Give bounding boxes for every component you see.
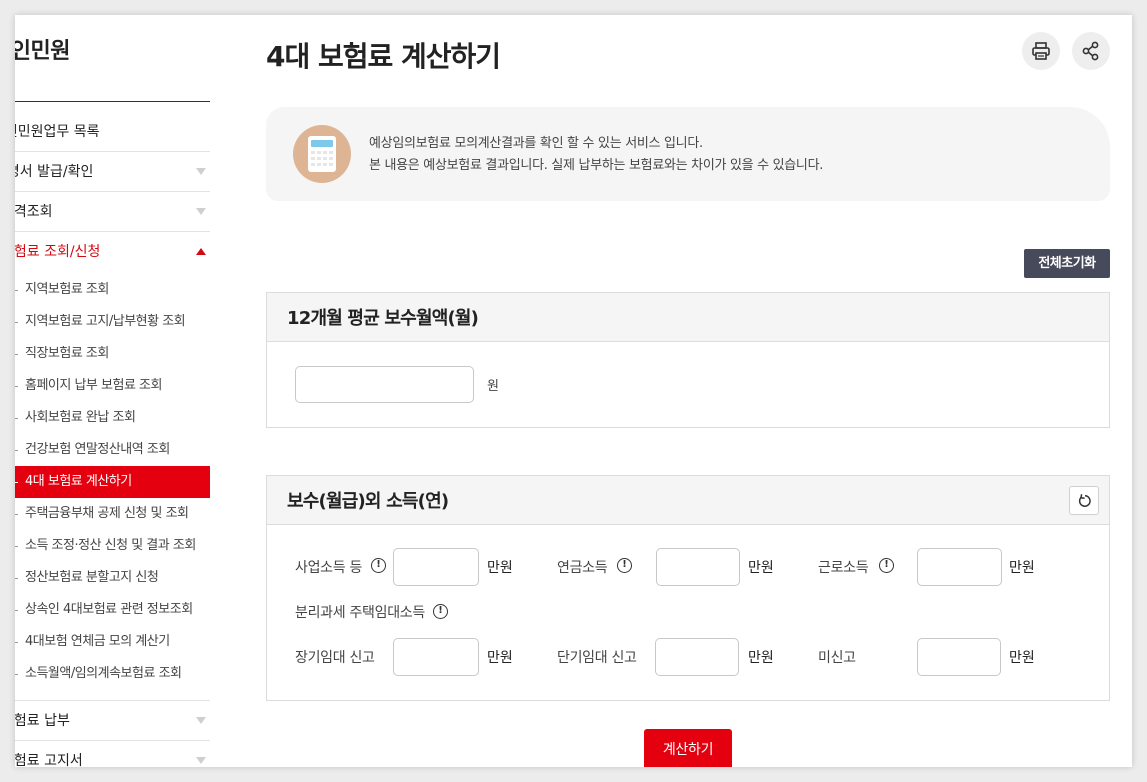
sidebar-item-payment[interactable]: 보험료 납부 <box>15 701 210 741</box>
submenu-item[interactable]: 주택금융부채 공제 신청 및 조회 <box>15 498 210 530</box>
section-reset-button[interactable] <box>1069 486 1099 515</box>
earned-income-input[interactable] <box>917 548 1002 586</box>
notice-line-1: 예상임의보험료 모의계산결과를 확인 할 수 있는 서비스 입니다. <box>369 136 703 151</box>
monthly-salary-input[interactable] <box>295 366 474 403</box>
unreported-label: 미신고 <box>818 650 856 666</box>
submenu-item[interactable]: 소득월액/임의계속보험료 조회 <box>15 658 210 690</box>
info-icon[interactable]: ! <box>879 558 894 573</box>
submenu-item[interactable]: 상속인 4대보험료 관련 정보조회 <box>15 594 210 626</box>
submenu-item[interactable]: 직장보험료 조회 <box>15 338 210 370</box>
pension-income-input[interactable] <box>656 548 740 586</box>
reset-all-button[interactable]: 전체초기화 <box>1024 249 1110 278</box>
sidebar-item-label: 자격조회 <box>15 204 53 220</box>
business-income-label: 사업소득 등 <box>295 560 363 576</box>
unit-label: 만원 <box>1009 560 1035 576</box>
chevron-down-icon <box>196 168 206 175</box>
unreported-input[interactable] <box>917 638 1001 676</box>
submenu-item[interactable]: 지역보험료 조회 <box>15 274 210 306</box>
chevron-down-icon <box>196 717 206 724</box>
sidebar-menu: 개인민원업무 목록 증명서 발급/확인 자격조회 보험료 조회/신청 지역보험료… <box>15 112 210 767</box>
info-icon[interactable]: ! <box>433 604 448 619</box>
chevron-down-icon <box>196 208 206 215</box>
chevron-down-icon <box>196 757 206 764</box>
monthly-salary-section: 12개월 평균 보수월액(월) 원 <box>266 292 1110 428</box>
page-title: 4대 보험료 계산하기 <box>266 40 501 73</box>
submenu-item[interactable]: 4대보험 연체금 모의 계산기 <box>15 626 210 658</box>
sidebar: 개인민원 개인민원업무 목록 증명서 발급/확인 자격조회 보험료 조회/신청 … <box>15 15 210 767</box>
section-title: 12개월 평균 보수월액(월) <box>287 308 479 329</box>
sidebar-item-eligibility[interactable]: 자격조회 <box>15 192 210 232</box>
sidebar-item-label: 보험료 조회/신청 <box>15 244 101 260</box>
unit-label: 만원 <box>748 560 774 576</box>
submenu-item[interactable]: 정산보험료 분할고지 신청 <box>15 562 210 594</box>
unit-label: 만원 <box>487 650 513 666</box>
sidebar-item-label: 증명서 발급/확인 <box>15 164 94 180</box>
earned-income-label: 근로소득 <box>818 560 869 576</box>
other-income-section: 보수(월급)외 소득(연) 사업소득 등 ! 만원 연금소득 ! 만원 근로소득… <box>266 475 1110 701</box>
calculate-button[interactable]: 계산하기 <box>644 729 732 767</box>
short-term-rental-label: 단기임대 신고 <box>557 650 637 666</box>
section-title: 보수(월급)외 소득(연) <box>287 491 449 512</box>
sidebar-title: 개인민원 <box>15 39 70 64</box>
unit-label: 원 <box>487 379 499 394</box>
sidebar-item-bill[interactable]: 보험료 고지서 <box>15 741 210 767</box>
info-icon[interactable]: ! <box>371 558 386 573</box>
separate-tax-rental-label: 분리과세 주택임대소득 <box>295 605 425 621</box>
submenu-item-current[interactable]: 4대 보험료 계산하기 <box>15 466 210 498</box>
submenu-item[interactable]: 소득 조정·정산 신청 및 결과 조회 <box>15 530 210 562</box>
sidebar-item-label: 개인민원업무 목록 <box>15 124 100 140</box>
share-icon <box>1082 41 1099 61</box>
submenu-item[interactable]: 사회보험료 완납 조회 <box>15 402 210 434</box>
info-icon[interactable]: ! <box>617 558 632 573</box>
submenu-item[interactable]: 건강보험 연말정산내역 조회 <box>15 434 210 466</box>
sidebar-item-premium[interactable]: 보험료 조회/신청 <box>15 232 210 272</box>
section-header: 보수(월급)외 소득(연) <box>267 476 1109 525</box>
unit-label: 만원 <box>748 650 774 666</box>
sidebar-item-label: 보험료 고지서 <box>15 753 83 767</box>
page-frame: 개인민원 개인민원업무 목록 증명서 발급/확인 자격조회 보험료 조회/신청 … <box>15 15 1132 767</box>
print-icon <box>1032 42 1050 60</box>
sidebar-item-list[interactable]: 개인민원업무 목록 <box>15 112 210 152</box>
long-term-rental-input[interactable] <box>393 638 479 676</box>
section-header: 12개월 평균 보수월액(월) <box>267 293 1109 342</box>
calculator-icon <box>293 125 351 183</box>
unit-label: 만원 <box>1009 650 1035 666</box>
sidebar-divider <box>15 101 210 102</box>
business-income-input[interactable] <box>393 548 479 586</box>
sidebar-submenu: 지역보험료 조회 지역보험료 고지/납부현황 조회 직장보험료 조회 홈페이지 … <box>15 272 210 701</box>
refresh-icon <box>1078 494 1091 507</box>
chevron-up-icon <box>196 248 206 255</box>
sidebar-item-label: 보험료 납부 <box>15 713 70 729</box>
submenu-item[interactable]: 홈페이지 납부 보험료 조회 <box>15 370 210 402</box>
share-button[interactable] <box>1072 32 1110 70</box>
notice-line-2: 본 내용은 예상보험료 결과입니다. 실제 납부하는 보험료와는 차이가 있을 … <box>369 158 824 173</box>
notice-box: 예상임의보험료 모의계산결과를 확인 할 수 있는 서비스 입니다. 본 내용은… <box>266 107 1110 201</box>
pension-income-label: 연금소득 <box>557 560 608 576</box>
short-term-rental-input[interactable] <box>655 638 739 676</box>
long-term-rental-label: 장기임대 신고 <box>295 650 375 666</box>
unit-label: 만원 <box>487 560 513 576</box>
submenu-item[interactable]: 지역보험료 고지/납부현황 조회 <box>15 306 210 338</box>
sidebar-item-certificates[interactable]: 증명서 발급/확인 <box>15 152 210 192</box>
notice-text: 예상임의보험료 모의계산결과를 확인 할 수 있는 서비스 입니다. 본 내용은… <box>369 133 823 177</box>
main-content: 4대 보험료 계산하기 예상임의보험료 모의계산결과를 확인 할 수 있는 서비… <box>266 15 1110 767</box>
print-button[interactable] <box>1022 32 1060 70</box>
